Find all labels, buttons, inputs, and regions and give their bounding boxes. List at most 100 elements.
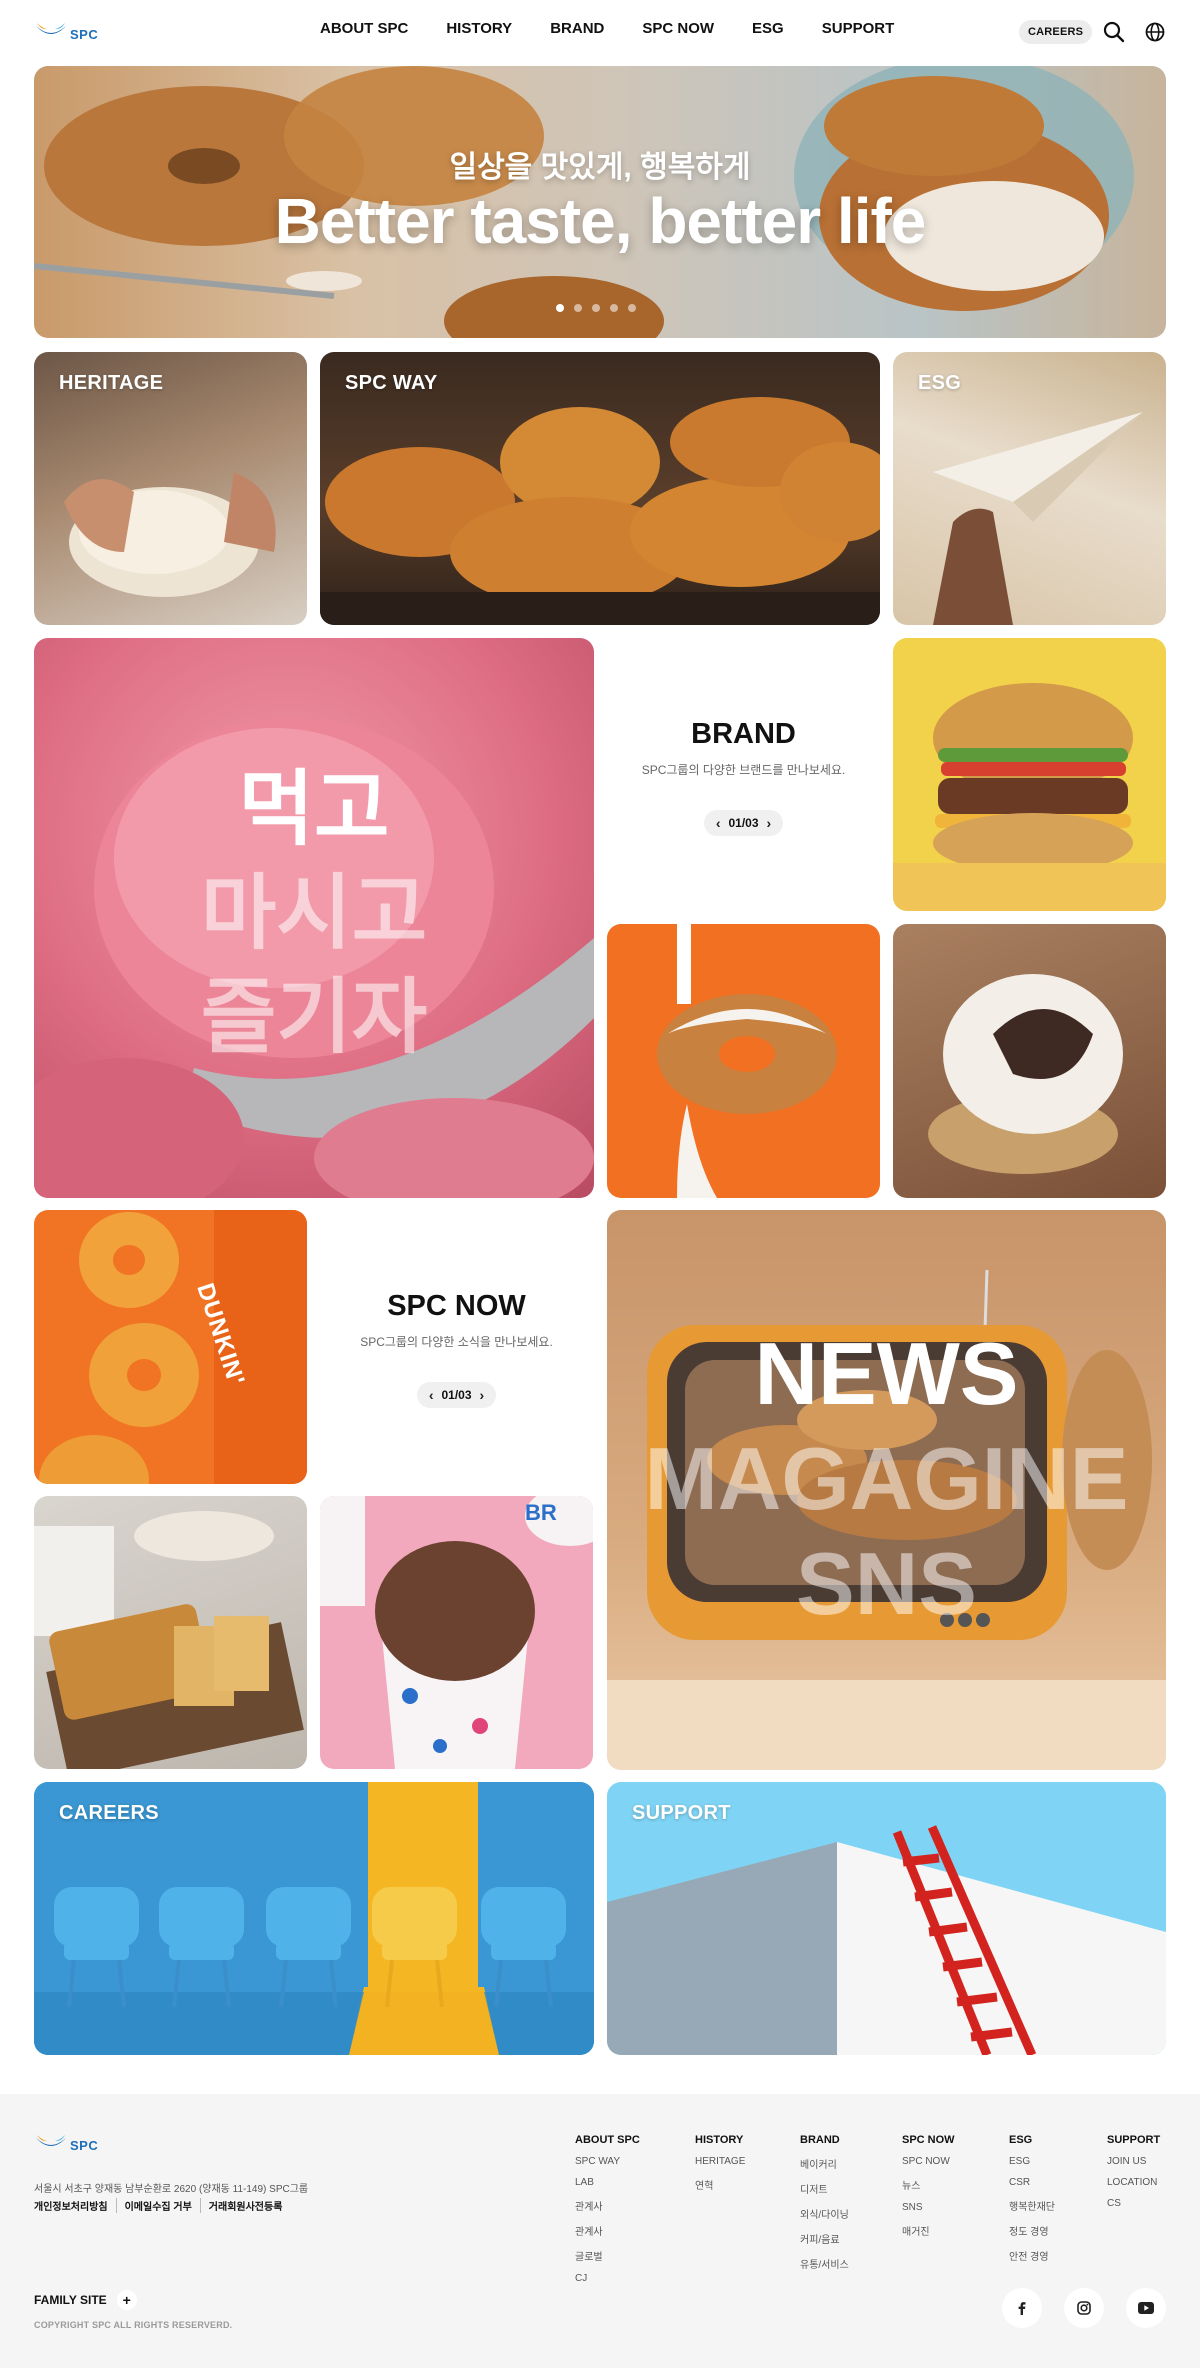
spcnow-title: SPC NOW [387, 1290, 526, 1322]
icecream-word-3: 즐기자 [200, 972, 428, 1063]
footer-link[interactable]: 안전 경영 [1009, 2248, 1055, 2263]
baskin-robbins-cup-image [320, 1496, 593, 1769]
brand-pager: ‹ 01/03 › [703, 810, 784, 836]
prev-arrow-icon[interactable]: ‹ [429, 1387, 434, 1403]
search-icon[interactable] [1102, 20, 1126, 44]
logo-text: SPC [70, 26, 99, 42]
hero-dot[interactable] [592, 304, 600, 312]
footer-link[interactable]: SPC NOW [902, 2156, 955, 2167]
esg-tile[interactable]: ESG [893, 352, 1166, 625]
heritage-label: HERITAGE [59, 372, 164, 394]
footer-link[interactable]: ESG [1009, 2156, 1055, 2167]
footer-col-spcnow: SPC NOW SPC NOW 뉴스 SNS 매거진 [902, 2134, 955, 2248]
family-site-toggle[interactable]: FAMILY SITE + [34, 2290, 137, 2310]
instagram-button[interactable] [1064, 2288, 1104, 2328]
footer-link[interactable]: SPC WAY [575, 2156, 640, 2167]
youtube-icon [1138, 2302, 1154, 2314]
dunkin-tile[interactable]: DUNKIN' [34, 1210, 307, 1484]
family-site-label: FAMILY SITE [34, 2293, 107, 2307]
brand-donut-tile[interactable] [607, 924, 880, 1198]
footer-link[interactable]: CJ [575, 2273, 640, 2284]
spc-way-tile[interactable]: SPC WAY [320, 352, 880, 625]
brand-burger-tile[interactable] [893, 638, 1166, 911]
footer-link[interactable]: 외식/다이닝 [800, 2206, 849, 2221]
footer-link[interactable]: JOIN US [1107, 2156, 1160, 2167]
spcnow-subtitle: SPC그룹의 다양한 소식을 만나보세요. [360, 1335, 553, 1349]
spcnow-info: SPC NOW SPC그룹의 다양한 소식을 만나보세요. ‹ 01/03 › [320, 1290, 593, 1408]
spc-logo-mark-icon [36, 23, 66, 34]
footer-address: 서울시 서초구 양재동 남부순환로 2620 (양재동 11-149) SPC그… [34, 2184, 309, 2195]
footer-link[interactable]: 커피/음료 [800, 2231, 849, 2246]
youtube-button[interactable] [1126, 2288, 1166, 2328]
hero-banner[interactable]: 일상을 맛있게, 행복하게 Better taste, better life [34, 66, 1166, 338]
plus-icon[interactable]: + [116, 2290, 137, 2310]
spcnow-pager: ‹ 01/03 › [416, 1382, 497, 1408]
footer-link[interactable]: 뉴스 [902, 2177, 955, 2192]
footer-col-support: SUPPORT JOIN US LOCATION CS [1107, 2134, 1160, 2219]
facebook-button[interactable] [1002, 2288, 1042, 2328]
hero-dot[interactable] [610, 304, 618, 312]
sns-word: SNS [796, 1534, 977, 1633]
footer-link[interactable]: LOCATION [1107, 2177, 1160, 2188]
footer-link[interactable]: 디저트 [800, 2181, 849, 2196]
next-arrow-icon[interactable]: › [480, 1387, 485, 1403]
nav-support[interactable]: SUPPORT [822, 20, 895, 37]
footer-link[interactable]: HERITAGE [695, 2156, 745, 2167]
footer-link[interactable]: 관계사 [575, 2198, 640, 2213]
footer-link[interactable]: SNS [902, 2202, 955, 2213]
privacy-policy-link[interactable]: 개인정보처리방침 [34, 2198, 116, 2213]
next-arrow-icon[interactable]: › [767, 815, 772, 831]
spc-logo[interactable]: SPC [34, 18, 104, 42]
spc-way-label: SPC WAY [345, 372, 438, 394]
partner-registration-link[interactable]: 거래회원사전등록 [199, 2198, 291, 2213]
globe-icon[interactable] [1143, 20, 1167, 44]
footer-col-title[interactable]: SPC NOW [902, 2134, 955, 2146]
footer-link[interactable]: CSR [1009, 2177, 1055, 2188]
footer-link[interactable]: 행복한재단 [1009, 2198, 1055, 2213]
footer-link[interactable]: 관계사 [575, 2223, 640, 2238]
footer-link[interactable]: 연혁 [695, 2177, 745, 2192]
footer-link[interactable]: 베이커리 [800, 2156, 849, 2171]
nav-spc-now[interactable]: SPC NOW [642, 20, 714, 37]
footer-link[interactable]: 매거진 [902, 2223, 955, 2238]
hero-dot[interactable] [556, 304, 564, 312]
icecream-word-1: 먹고 [238, 764, 390, 855]
footer-col-title[interactable]: BRAND [800, 2134, 849, 2146]
footer-col-title[interactable]: HISTORY [695, 2134, 745, 2146]
brand-bun-tile[interactable] [893, 924, 1166, 1198]
careers-tile[interactable]: CAREERS [34, 1782, 594, 2055]
pound-cake-tile[interactable] [34, 1496, 307, 1769]
site-footer: SPC 서울시 서초구 양재동 남부순환로 2620 (양재동 11-149) … [0, 2094, 1200, 2368]
nav-history[interactable]: HISTORY [446, 20, 512, 37]
careers-button[interactable]: CAREERS [1019, 20, 1093, 44]
nav-brand[interactable]: BRAND [550, 20, 604, 37]
footer-col-title[interactable]: SUPPORT [1107, 2134, 1160, 2146]
footer-link[interactable]: LAB [575, 2177, 640, 2188]
email-refusal-link[interactable]: 이메일수집 거부 [115, 2198, 200, 2213]
news-tile[interactable]: NEWS MAGAGINE SNS [607, 1210, 1166, 1770]
nav-esg[interactable]: ESG [752, 20, 784, 37]
hero-pagination [556, 304, 636, 312]
icecream-tile[interactable]: 먹고 마시고 즐기자 [34, 638, 594, 1198]
spcnow-pager-count: 01/03 [441, 1388, 472, 1402]
footer-logo[interactable]: SPC [34, 2130, 98, 2153]
brand-info: BRAND SPC그룹의 다양한 브랜드를 만나보세요. ‹ 01/03 › [607, 718, 880, 836]
footer-link[interactable]: 글로벌 [575, 2248, 640, 2263]
support-tile[interactable]: SUPPORT [607, 1782, 1166, 2055]
donut-milk-image [657, 924, 837, 1198]
footer-col-title[interactable]: ABOUT SPC [575, 2134, 640, 2146]
hero-dot[interactable] [574, 304, 582, 312]
baskin-robbins-tile[interactable]: BR [320, 1496, 593, 1769]
support-label: SUPPORT [632, 1802, 731, 1824]
footer-link[interactable]: CS [1107, 2198, 1160, 2209]
heritage-tile[interactable]: HERITAGE [34, 352, 307, 625]
footer-col-title[interactable]: ESG [1009, 2134, 1055, 2146]
footer-col-esg: ESG ESG CSR 행복한재단 정도 경영 안전 경영 [1009, 2134, 1055, 2273]
prev-arrow-icon[interactable]: ‹ [716, 815, 721, 831]
nav-about-spc[interactable]: ABOUT SPC [320, 20, 408, 37]
icecream-word-2: 마시고 [200, 868, 428, 959]
footer-link[interactable]: 유통/서비스 [800, 2256, 849, 2271]
hero-dot[interactable] [628, 304, 636, 312]
dunkin-donuts-image [39, 1210, 307, 1484]
footer-link[interactable]: 정도 경영 [1009, 2223, 1055, 2238]
